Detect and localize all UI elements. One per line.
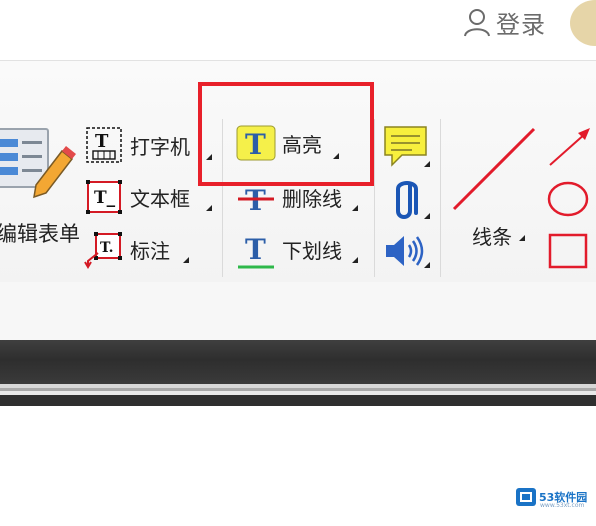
svg-text:T: T	[245, 233, 266, 266]
svg-text:T: T	[95, 131, 109, 152]
underline-text-icon: T	[236, 229, 276, 269]
document-toolbar	[0, 340, 596, 384]
typewriter-icon: T	[84, 125, 124, 165]
rectangle-button[interactable]	[542, 229, 596, 275]
note-button[interactable]	[382, 123, 430, 173]
svg-text:T.: T.	[100, 240, 114, 256]
arrow-icon	[549, 128, 590, 166]
strikethrough-label: 删除线	[282, 186, 342, 211]
edit-form-label: 编辑表单	[0, 222, 80, 246]
login-label: 登录	[496, 10, 546, 39]
highlight-annotation-box	[198, 82, 374, 186]
line-dropdown-icon[interactable]	[519, 235, 525, 241]
typewriter-button[interactable]: T 打字机	[84, 125, 190, 165]
paperclip-icon	[396, 181, 418, 219]
sound-button[interactable]	[382, 231, 430, 271]
sound-dropdown-icon[interactable]	[424, 262, 430, 268]
note-dropdown-icon[interactable]	[424, 161, 430, 167]
login-button[interactable]: 登录	[462, 6, 546, 39]
textbox-icon: T_	[84, 177, 124, 217]
user-icon	[464, 9, 490, 37]
callout-button[interactable]: T. 标注	[84, 229, 170, 269]
divider	[0, 395, 596, 406]
edit-form-button[interactable]: 编辑表单	[0, 123, 80, 258]
edit-form-icon	[0, 128, 76, 199]
attachment-dropdown-icon[interactable]	[424, 213, 430, 219]
avatar[interactable]	[570, 0, 596, 46]
strikethrough-dropdown-icon[interactable]	[352, 205, 358, 211]
underline-label: 下划线	[282, 238, 342, 263]
textbox-dropdown-icon[interactable]	[206, 205, 212, 211]
line-icon	[452, 127, 536, 211]
rectangle-icon	[548, 233, 588, 269]
callout-dropdown-icon[interactable]	[183, 257, 189, 263]
callout-icon: T.	[84, 229, 124, 269]
watermark-subtext: www.53xt.com	[540, 502, 585, 509]
svg-text:T_: T_	[94, 188, 116, 208]
speaker-icon	[386, 236, 424, 266]
underline-button[interactable]: T 下划线	[236, 229, 342, 269]
line-label: 线条	[472, 225, 512, 249]
callout-label: 标注	[130, 238, 170, 263]
textbox-button[interactable]: T_ 文本框	[84, 177, 190, 217]
underline-dropdown-icon[interactable]	[352, 257, 358, 263]
watermark: 53软件园 www.53xt.com	[516, 488, 587, 509]
textbox-label: 文本框	[130, 186, 190, 211]
ellipse-icon	[547, 181, 589, 217]
top-bar: 登录	[0, 0, 596, 60]
arrow-button[interactable]	[542, 125, 596, 171]
group-divider	[440, 119, 441, 277]
attachment-button[interactable]	[388, 177, 428, 225]
ribbon-footer	[0, 282, 596, 340]
sticky-note-icon	[384, 126, 427, 167]
typewriter-label: 打字机	[130, 134, 190, 159]
watermark-logo-icon	[516, 488, 536, 506]
ellipse-button[interactable]	[542, 177, 596, 225]
group-divider	[374, 119, 375, 277]
